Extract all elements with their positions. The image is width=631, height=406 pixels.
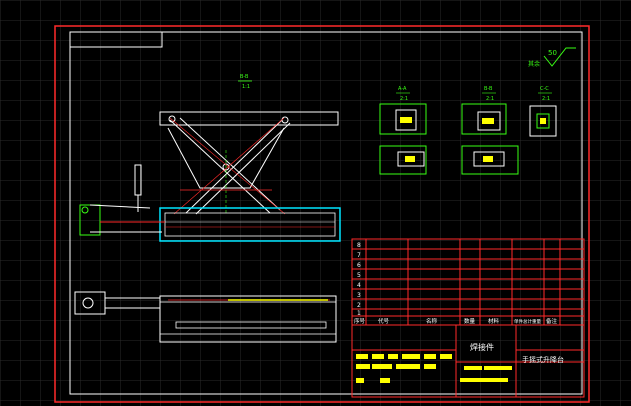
svg-text:2:1: 2:1 bbox=[400, 96, 408, 102]
svg-text:材料: 材料 bbox=[488, 317, 500, 325]
svg-text:8: 8 bbox=[357, 242, 361, 249]
drawing-title: 手摇式升降台 bbox=[522, 355, 564, 364]
svg-text:数量: 数量 bbox=[464, 317, 476, 325]
roughness-label: 其余 bbox=[528, 60, 540, 68]
svg-text:B-B: B-B bbox=[484, 86, 493, 92]
svg-text:7: 7 bbox=[357, 252, 361, 259]
cad-drawing-canvas[interactable]: 50 其余 B-B 1:1 A-A 2:1 B-B 2:1 C-C 2:1 8 … bbox=[0, 0, 631, 406]
svg-text:1: 1 bbox=[357, 310, 361, 317]
svg-text:A-A: A-A bbox=[398, 86, 407, 92]
roughness-value: 50 bbox=[548, 49, 557, 57]
svg-text:代号: 代号 bbox=[378, 317, 390, 325]
svg-text:序号: 序号 bbox=[354, 317, 366, 325]
svg-text:6: 6 bbox=[357, 262, 361, 269]
svg-text:2: 2 bbox=[357, 302, 361, 309]
svg-text:名称: 名称 bbox=[426, 317, 438, 325]
svg-text:2:1: 2:1 bbox=[486, 96, 494, 102]
svg-text:2:1: 2:1 bbox=[542, 96, 550, 102]
svg-text:5: 5 bbox=[357, 272, 361, 279]
svg-text:C-C: C-C bbox=[540, 86, 549, 92]
weldment-title: 焊接件 bbox=[470, 342, 494, 352]
svg-text:4: 4 bbox=[357, 282, 361, 289]
svg-text:B-B: B-B bbox=[240, 74, 249, 80]
svg-text:备注: 备注 bbox=[546, 317, 558, 325]
svg-text:3: 3 bbox=[357, 292, 361, 299]
svg-text:1:1: 1:1 bbox=[242, 84, 250, 90]
svg-text:单件总计重量: 单件总计重量 bbox=[514, 318, 541, 325]
